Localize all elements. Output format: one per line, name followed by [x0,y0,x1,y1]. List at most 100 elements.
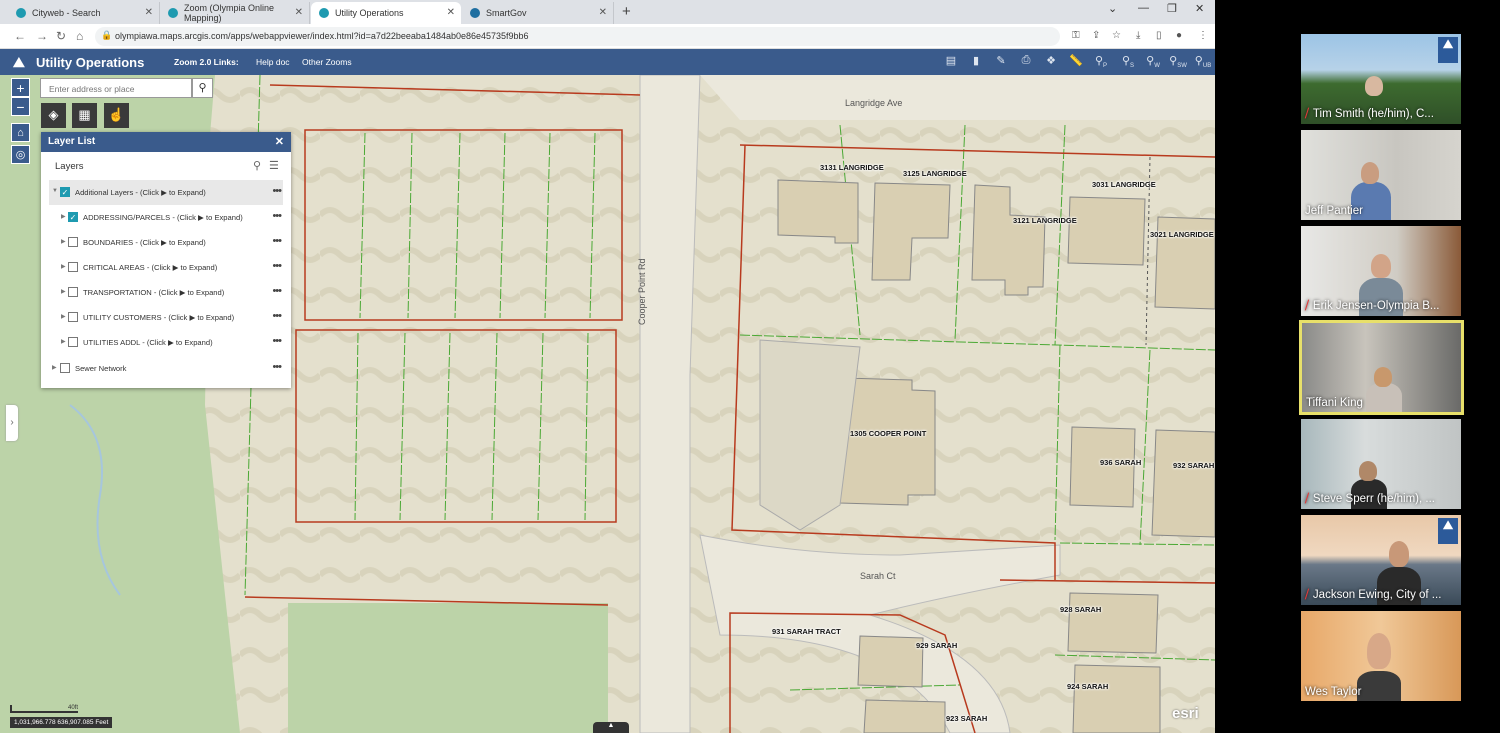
layer-checkbox[interactable] [68,262,78,272]
layer-checkbox[interactable]: ✓ [68,212,78,222]
more-options-icon[interactable]: ••• [272,235,282,247]
print-icon[interactable]: ⎙ [1017,54,1035,70]
more-options-icon[interactable]: ••• [272,260,282,272]
close-icon[interactable]: ✕ [145,7,153,18]
more-options-icon[interactable]: ••• [272,310,282,322]
layer-row[interactable]: ▶ Sewer Network ••• [49,356,283,381]
layer-checkbox[interactable] [60,363,70,373]
tab-utility-operations[interactable]: Utility Operations ✕ [311,2,461,24]
search-input[interactable]: Enter address or place [40,78,192,98]
layer-row[interactable]: ▶ CRITICAL AREAS - (Click ▶ to Expand) ••• [49,255,283,280]
help-doc-link[interactable]: Help doc [256,57,290,67]
star-icon[interactable]: ☆ [1112,30,1121,41]
video-tile[interactable]: ⧸ Erik Jensen-Olympia B... [1301,226,1461,316]
caret-right-icon[interactable]: ▶ [61,313,66,320]
zoom-to-sw-icon[interactable]: ⚲SW [1169,54,1187,70]
zoom-out-button[interactable]: − [11,97,30,116]
measure-icon[interactable]: 📏 [1067,54,1085,70]
video-tile[interactable]: Jeff Pantier [1301,130,1461,220]
layer-list-button[interactable]: ◈ [41,103,66,128]
participant-name: ⧸ Erik Jensen-Olympia B... [1305,300,1440,312]
close-icon[interactable]: ✕ [447,7,455,18]
filter-icon[interactable]: ☰ [269,159,279,172]
tab-search-icon[interactable]: ⌄ [1108,2,1117,15]
url-field[interactable]: 🔒 olympiawa.maps.arcgis.com/apps/webappvi… [95,27,1060,46]
attribute-table-toggle[interactable]: ▲ [593,722,629,733]
bookmark-icon[interactable]: ▮ [967,54,985,70]
tab-smartgov[interactable]: SmartGov ✕ [462,2,614,24]
layer-row[interactable]: ▶ ✓ ADDRESSING/PARCELS - (Click ▶ to Expan… [49,205,283,230]
profile-icon[interactable]: ● [1176,30,1182,41]
caret-right-icon[interactable]: ▶ [61,238,66,245]
draw-icon[interactable]: ✎ [992,54,1010,70]
building-footprint [1151,429,1215,538]
address-label: 923 SARAH [946,714,988,723]
zoom-to-p-icon[interactable]: ⚲P [1092,54,1110,70]
caret-down-icon[interactable]: ▼ [52,188,58,194]
layer-row[interactable]: ▶ TRANSPORTATION - (Click ▶ to Expand) ••• [49,280,283,305]
caret-right-icon[interactable]: ▶ [61,288,66,295]
close-icon[interactable]: ✕ [275,135,284,148]
download-icon[interactable]: ⤓ [1136,30,1140,41]
layers-tool-icon[interactable]: ▤ [942,54,960,70]
layer-checkbox[interactable] [68,312,78,322]
road-langridge [700,75,1215,120]
minimize-button[interactable]: — [1138,2,1149,14]
layer-row[interactable]: ▼ ✓ Additional Layers - (Click ▶ to Expand… [49,180,283,205]
close-window-button[interactable]: ✕ [1195,2,1204,15]
sidebar-icon[interactable]: ▯ [1156,30,1162,41]
more-options-icon[interactable]: ••• [272,210,282,222]
basemap-icon[interactable]: ❖ [1042,54,1060,70]
reload-icon[interactable]: ↻ [56,29,66,43]
back-icon[interactable]: ← [14,29,26,43]
address-label: 3021 LANGRIDGE [1150,230,1214,239]
video-tile-active-speaker[interactable]: Tiffani King [1299,320,1464,415]
caret-right-icon[interactable]: ▶ [52,364,57,371]
video-tile[interactable]: ⛰ ⧸ Tim Smith (he/him), C... [1301,34,1461,124]
maximize-button[interactable]: ❐ [1167,2,1177,15]
more-options-icon[interactable]: ••• [272,361,282,373]
video-tile[interactable]: ⧸ Steve Sperr (he/him), ... [1301,419,1461,509]
key-icon[interactable]: ⚿ [1072,30,1080,41]
zoom-to-s-icon[interactable]: ⚲S [1119,54,1137,70]
zoom-to-w-icon[interactable]: ⚲W [1144,54,1162,70]
more-options-icon[interactable]: ••• [272,285,282,297]
more-options-icon[interactable]: ••• [272,185,282,197]
close-icon[interactable]: ✕ [599,7,607,18]
layer-checkbox[interactable]: ✓ [60,187,70,197]
layer-checkbox[interactable] [68,337,78,347]
layer-checkbox[interactable] [68,287,78,297]
tab-cityweb[interactable]: Cityweb - Search ✕ [8,2,160,24]
video-tile[interactable]: Wes Taylor [1301,611,1461,701]
other-zooms-link[interactable]: Other Zooms [302,57,352,67]
zoom-to-ub-icon[interactable]: ⚲UB [1194,54,1212,70]
search-icon[interactable]: ⚲ [253,159,261,172]
search-icon[interactable]: ⚲ [192,78,213,98]
layer-row[interactable]: ▶ UTILITIES ADDL - (Click ▶ to Expand) ••• [49,330,283,355]
close-icon[interactable]: ✕ [295,7,303,18]
side-panel-toggle[interactable]: › [6,405,18,441]
home-extent-button[interactable]: ⌂ [11,123,30,142]
caret-right-icon[interactable]: ▶ [61,213,66,220]
layer-checkbox[interactable] [68,237,78,247]
caret-right-icon[interactable]: ▶ [61,263,66,270]
identify-button[interactable]: ☝ [104,103,129,128]
building-footprint [839,377,936,506]
street-label: Cooper Point Rd [637,258,647,325]
more-options-icon[interactable]: ••• [272,335,282,347]
zoom-in-button[interactable]: + [11,78,30,97]
layer-row[interactable]: ▶ BOUNDARIES - (Click ▶ to Expand) ••• [49,230,283,255]
basemap-gallery-button[interactable]: ▦ [72,103,97,128]
map-view[interactable]: Langridge Ave Cooper Point Rd Sarah Ct 3… [0,75,1215,733]
tab-zoom[interactable]: Zoom (Olympia Online Mapping) ✕ [160,2,310,24]
layer-row[interactable]: ▶ UTILITY CUSTOMERS - (Click ▶ to Expand)… [49,305,283,330]
participant-video [1359,461,1377,481]
new-tab-button[interactable]: + [622,3,631,20]
home-icon[interactable]: ⌂ [76,29,83,43]
locate-button[interactable]: ◎ [11,145,30,164]
caret-right-icon[interactable]: ▶ [61,338,66,345]
forward-icon[interactable]: → [36,29,48,43]
share-icon[interactable]: ⇪ [1092,30,1100,41]
menu-icon[interactable]: ⋮ [1198,30,1208,41]
video-tile[interactable]: ⛰ ⧸ Jackson Ewing, City of ... [1301,515,1461,605]
